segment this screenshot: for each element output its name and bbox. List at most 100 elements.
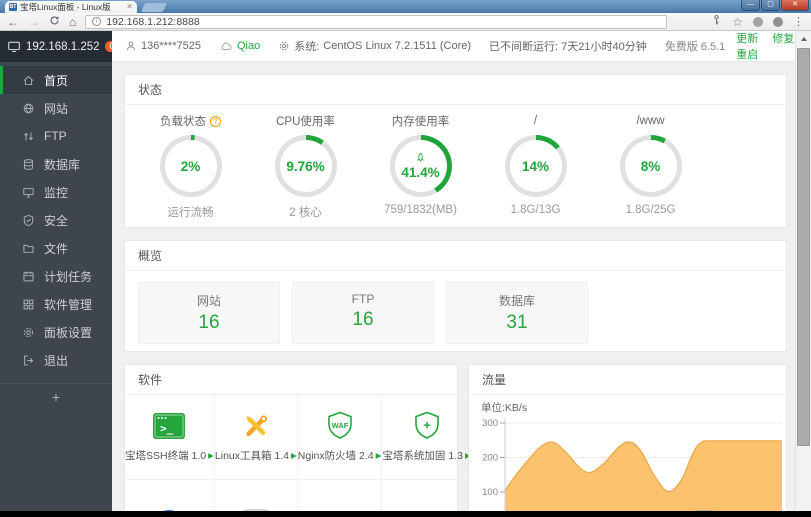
home-icon [22, 74, 35, 87]
gauge-ring-disk-root: 14% [504, 135, 567, 197]
sidebar: 首页 网站 FTP 数据库监控安全 文件计划任务软件管理面板设置退出 + [0, 62, 112, 511]
gauge-inner-disk-www: 8% [624, 140, 677, 192]
gauge-label-load: 负载状态? [160, 113, 221, 129]
window-controls: — ▢ ✕ [740, 0, 809, 11]
version-text: 免费版 6.5.1 [664, 41, 726, 53]
sidebar-add-button[interactable]: + [0, 384, 112, 410]
address-bar[interactable]: i 192.168.1.212:8888 [85, 14, 668, 29]
tab-close-icon[interactable]: ✕ [126, 3, 133, 11]
stat-label-site: 网站 [196, 294, 221, 308]
home-icon[interactable]: ⌂ [69, 16, 76, 28]
svg-text:+: + [423, 418, 431, 433]
gauge-disk-www: /www 8% 1.8G/25G [593, 111, 708, 220]
back-icon[interactable]: ← [7, 16, 19, 28]
sidebar-menu: 首页 网站 FTP 数据库监控安全 文件计划任务软件管理面板设置退出 [0, 66, 112, 374]
sidebar-item-logout[interactable]: 退出 [0, 346, 112, 374]
software-item-name: Linux工具箱 1.4 ▶ [215, 448, 297, 463]
monitor-icon [22, 186, 35, 199]
forward-icon[interactable]: → [28, 16, 40, 28]
expand-arrow-icon: ▶ [375, 451, 382, 460]
stat-box-site[interactable]: 网站 16 [138, 282, 280, 344]
close-button[interactable]: ✕ [781, 0, 809, 11]
window-grey-icon [239, 507, 273, 511]
scrollbar-up-icon[interactable] [796, 31, 811, 46]
software-item-window-grey[interactable] [215, 480, 298, 511]
gauge-ring-memory: 41.4% [389, 135, 452, 197]
status-panel-title: 状态 [125, 75, 786, 105]
svg-text:>_: >_ [160, 422, 174, 435]
update-link[interactable]: 更新 [736, 33, 758, 45]
tab-title: 宝塔Linux面板 - Linux版 [20, 2, 111, 12]
software-item-monitor-blue[interactable] [125, 480, 215, 511]
extension-icon[interactable] [753, 16, 763, 27]
gauge-label-text: / [533, 115, 538, 127]
scrollbar-thumb[interactable] [797, 48, 810, 446]
software-item-empty [382, 480, 470, 511]
account-user[interactable]: Qiao [219, 40, 260, 52]
sidebar-item-label: 监控 [44, 185, 69, 200]
extension-icon[interactable] [773, 16, 783, 27]
minimize-button[interactable]: — [741, 0, 760, 11]
stat-value-database: 31 [506, 312, 528, 333]
software-item-name: Nginx防火墙 2.4 ▶ [298, 448, 382, 463]
sidebar-item-ftp[interactable]: FTP [0, 122, 112, 150]
stat-box-ftp[interactable]: FTP 16 [292, 282, 434, 344]
bound-phone[interactable]: 136****7525 [125, 40, 201, 52]
browser-menu-icon[interactable]: ⋮ [793, 15, 804, 28]
restart-link[interactable]: 重启 [736, 49, 758, 61]
sidebar-item-home[interactable]: 首页 [0, 66, 112, 94]
gauge-value-load: 2% [180, 158, 201, 174]
gauge-value-disk-root: 14% [521, 158, 550, 174]
uptime-text: 已不间断运行: 7天21小时40分钟 [489, 41, 647, 53]
page-info-icon[interactable]: i [92, 17, 102, 26]
sidebar-item-monitor[interactable]: 监控 [0, 178, 112, 206]
sidebar-item-cron[interactable]: 计划任务 [0, 262, 112, 290]
browser-window: BT 宝塔Linux面板 - Linux版 ✕ — ▢ ✕ ← → ⌂ i 19… [0, 0, 811, 511]
system-value: CentOS Linux 7.2.1511 (Core) [323, 40, 472, 52]
sidebar-item-label: 面板设置 [44, 325, 93, 340]
traffic-area-chart: 100 200 300 [482, 418, 782, 511]
key-extension-icon[interactable] [711, 13, 722, 31]
sidebar-item-label: 数据库 [44, 157, 81, 172]
shield-plus-icon: + [410, 411, 444, 441]
stat-box-database[interactable]: 数据库 31 [446, 282, 588, 344]
gauge-subtitle-disk-root: 1.8G/13G [510, 204, 561, 216]
gauge-subtitle-memory: 759/1832(MB) [384, 204, 457, 216]
sidebar-item-site[interactable]: 网站 [0, 94, 112, 122]
sidebar-item-software[interactable]: 软件管理 [0, 290, 112, 318]
software-item-shield-plus[interactable]: + 宝塔系统加固 1.3▶ [382, 395, 471, 480]
maximize-button[interactable]: ▢ [761, 0, 780, 11]
sidebar-item-security[interactable]: 安全 [0, 206, 112, 234]
url-text[interactable]: 192.168.1.212:8888 [106, 16, 199, 28]
software-item-name: 宝塔SSH终端 1.0 ▶ [125, 448, 214, 463]
system-label: 系统: [294, 41, 320, 53]
new-tab-button[interactable] [140, 2, 168, 12]
server-ip-header[interactable]: 192.168.1.252 0 [0, 31, 120, 62]
software-item-shield-waf[interactable]: WAF Nginx防火墙 2.4 ▶ [297, 395, 383, 480]
gauge-label-memory: 内存使用率 [392, 113, 450, 129]
stat-label-ftp: FTP [351, 292, 375, 306]
software-icon [22, 298, 35, 311]
gauge-label-disk-www: /www [636, 113, 664, 129]
security-icon [22, 214, 35, 227]
sidebar-item-label: 计划任务 [44, 269, 93, 284]
gauge-value-memory: 41.4% [401, 165, 440, 180]
gauge-subtitle-disk-www: 1.8G/25G [625, 204, 676, 216]
stat-value-site: 16 [198, 312, 220, 333]
overview-stats-row: 网站 16 FTP 16 数据库 31 [125, 271, 786, 355]
repair-link[interactable]: 修复 [772, 33, 794, 45]
page-scrollbar[interactable] [795, 31, 811, 511]
bookmark-star-icon[interactable]: ☆ [732, 16, 743, 28]
gauge-ring-load: 2% [159, 135, 222, 197]
browser-tab[interactable]: BT 宝塔Linux面板 - Linux版 ✕ [5, 1, 137, 13]
sidebar-item-label: 软件管理 [44, 297, 93, 312]
help-icon[interactable]: ? [210, 115, 221, 127]
stat-value-ftp: 16 [352, 309, 374, 330]
sidebar-item-files[interactable]: 文件 [0, 234, 112, 262]
ftp-icon [22, 130, 35, 143]
reload-icon[interactable] [49, 15, 60, 28]
software-item-terminal[interactable]: >_ 宝塔SSH终端 1.0 ▶ [125, 395, 215, 480]
sidebar-item-database[interactable]: 数据库 [0, 150, 112, 178]
software-item-tools[interactable]: Linux工具箱 1.4 ▶ [214, 395, 298, 480]
sidebar-item-settings[interactable]: 面板设置 [0, 318, 112, 346]
